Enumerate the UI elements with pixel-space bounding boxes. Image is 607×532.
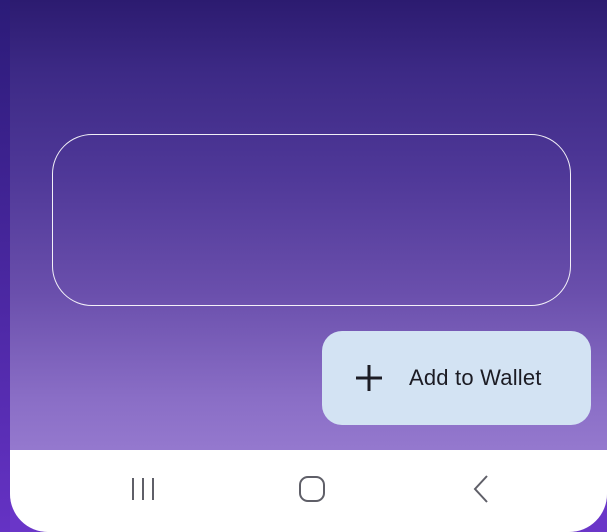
empty-card-placeholder[interactable] [52,134,571,306]
plus-icon [355,364,383,392]
home-icon [297,474,327,509]
recents-icon [129,475,157,508]
navigation-bar [10,450,607,532]
screen-edge [0,0,10,532]
back-icon [470,474,494,509]
add-to-wallet-button[interactable]: Add to Wallet [322,331,591,425]
back-button[interactable] [452,473,512,509]
recents-button[interactable] [113,473,173,509]
add-to-wallet-label: Add to Wallet [409,365,542,390]
home-button[interactable] [282,473,342,509]
wallet-screen: Add to Wallet [10,0,607,532]
